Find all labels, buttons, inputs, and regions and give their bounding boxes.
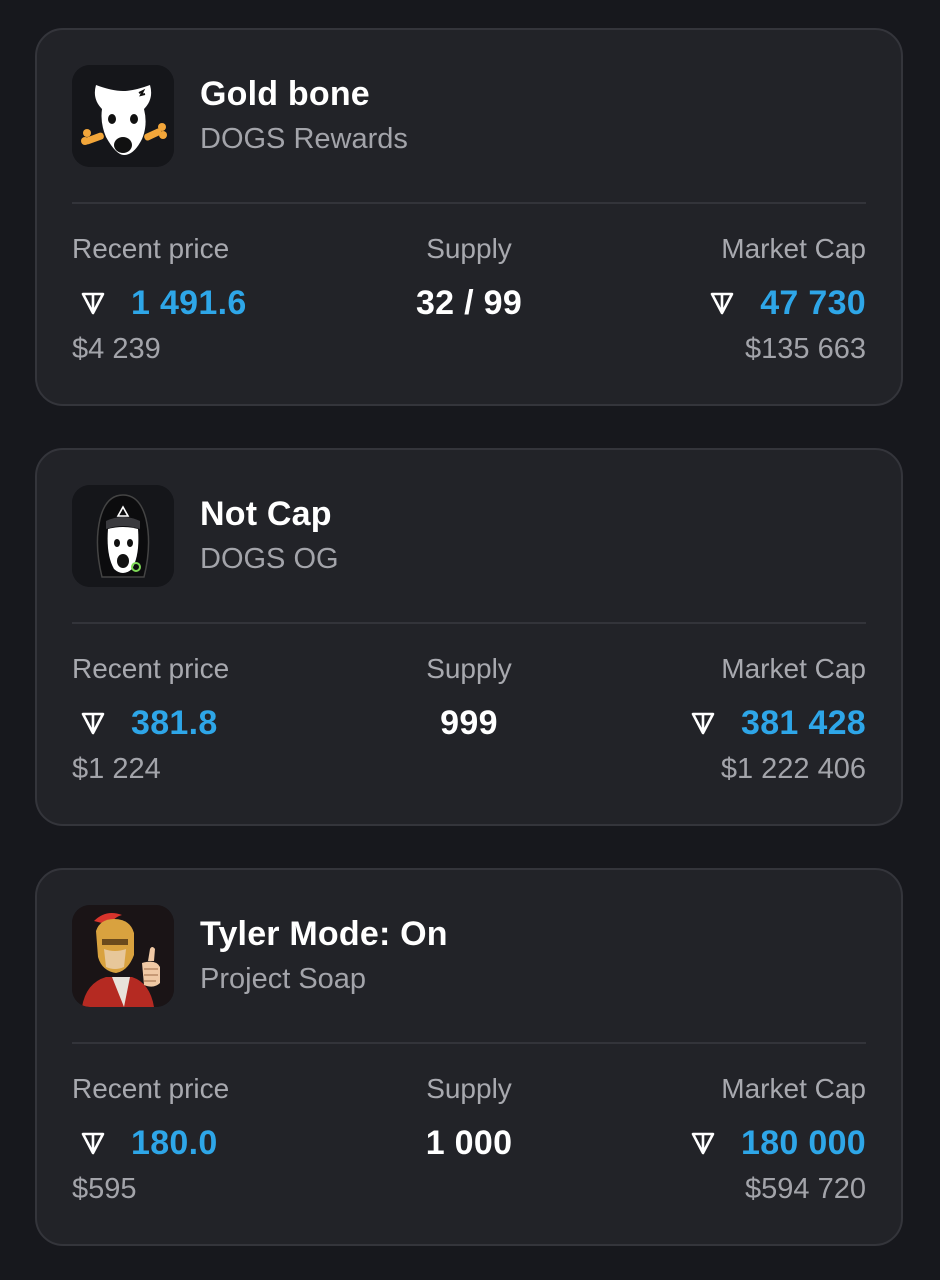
recent-price-usd: $595 — [72, 1173, 137, 1205]
dog-in-black-hood-icon — [72, 485, 174, 587]
helmeted-man-thumbs-up-icon — [72, 905, 174, 1007]
nft-card-not-cap[interactable]: Not Cap DOGS OG Recent price Supply Mark… — [35, 448, 903, 826]
market-cap-usd: $1 222 406 — [720, 753, 866, 785]
market-cap-value: 381 428 — [740, 703, 866, 742]
dog-with-bone-icon — [72, 65, 174, 167]
market-cap-value: 180 000 — [740, 1123, 866, 1162]
market-cap-ton: 180 000 — [690, 1121, 866, 1165]
nft-card-gold-bone[interactable]: Gold bone DOGS Rewards Recent price Supp… — [35, 28, 903, 406]
collection-name: DOGS Rewards — [200, 123, 408, 155]
collection-name: DOGS OG — [200, 543, 339, 575]
nft-name: Gold bone — [200, 75, 370, 113]
market-cap-label: Market Cap — [721, 653, 866, 684]
divider — [72, 622, 866, 624]
market-cap-usd: $594 720 — [745, 1173, 866, 1205]
nft-name: Not Cap — [200, 495, 332, 533]
nft-card-tyler-mode-on[interactable]: Tyler Mode: On Project Soap Recent price… — [35, 868, 903, 1246]
divider — [72, 202, 866, 204]
market-cap-usd: $135 663 — [745, 333, 866, 365]
ton-icon — [709, 290, 735, 316]
ton-icon — [690, 710, 716, 736]
market-cap-value: 47 730 — [760, 283, 866, 322]
divider — [72, 1042, 866, 1044]
recent-price-usd: $4 239 — [72, 333, 161, 365]
market-cap-ton: 47 730 — [709, 281, 866, 325]
ton-icon — [690, 1130, 716, 1156]
market-cap-label: Market Cap — [721, 1073, 866, 1104]
market-cap-label: Market Cap — [721, 233, 866, 264]
recent-price-usd: $1 224 — [72, 753, 161, 785]
collection-name: Project Soap — [200, 963, 367, 995]
market-cap-ton: 381 428 — [690, 701, 866, 745]
nft-name: Tyler Mode: On — [200, 915, 448, 953]
